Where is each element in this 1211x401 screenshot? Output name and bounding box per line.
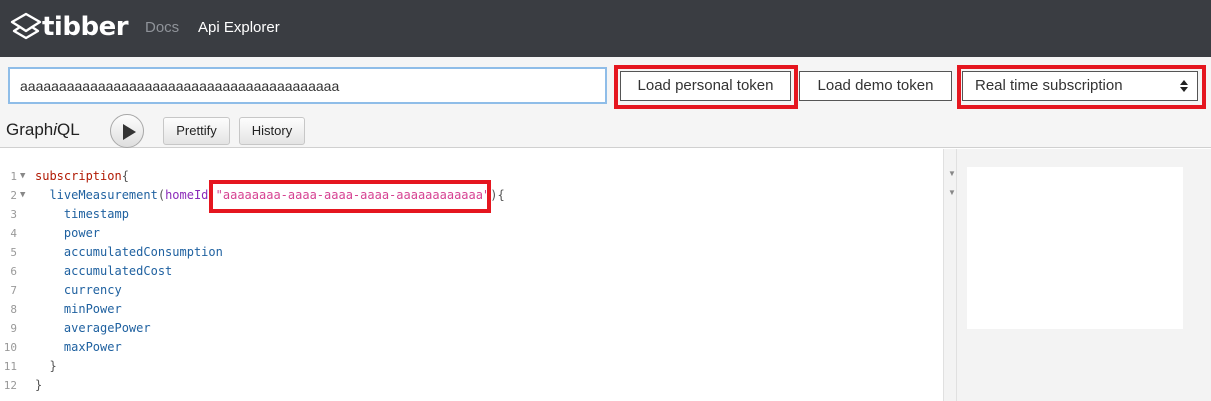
code-text: } bbox=[35, 357, 57, 376]
code-line[interactable]: 8 minPower bbox=[0, 300, 943, 319]
fold-arrow-icon[interactable]: ▼ bbox=[948, 169, 956, 178]
code-field: accumulatedCost bbox=[63, 264, 173, 278]
nav-link-api-explorer[interactable]: Api Explorer bbox=[198, 18, 280, 38]
line-number: 6 bbox=[10, 265, 17, 278]
code-text: minPower bbox=[35, 300, 122, 319]
fold-arrow-icon[interactable]: ▼ bbox=[20, 167, 25, 186]
access-token-input[interactable] bbox=[8, 67, 607, 104]
code-field: timestamp bbox=[63, 207, 129, 221]
code-text: averagePower bbox=[35, 319, 151, 338]
code-line[interactable]: 3 timestamp bbox=[0, 205, 943, 224]
code-field: averagePower bbox=[63, 321, 151, 335]
fold-arrow-icon[interactable]: ▼ bbox=[948, 188, 956, 197]
line-number: 5 bbox=[10, 246, 17, 259]
code-line[interactable]: 12} bbox=[0, 376, 943, 395]
code-line[interactable]: 9 averagePower bbox=[0, 319, 943, 338]
history-button[interactable]: History bbox=[239, 117, 305, 145]
code-line[interactable]: 6 accumulatedCost bbox=[0, 262, 943, 281]
code-text: liveMeasurement(homeId:"aaaaaaaa-aaaa-aa… bbox=[35, 186, 505, 205]
code-line[interactable]: 5 accumulatedConsumption bbox=[0, 243, 943, 262]
code-text: accumulatedConsumption bbox=[35, 243, 223, 262]
line-number: 1 bbox=[10, 170, 17, 183]
prettify-button[interactable]: Prettify bbox=[163, 117, 230, 145]
code-text: accumulatedCost bbox=[35, 262, 172, 281]
code-field: power bbox=[63, 226, 101, 240]
load-personal-token-button[interactable]: Load personal token bbox=[620, 71, 791, 101]
code-text: power bbox=[35, 224, 100, 243]
pane-divider[interactable]: ▼ ▼ bbox=[943, 149, 957, 401]
token-toolbar: Load personal token Load demo token Real… bbox=[0, 57, 1211, 113]
code-string: "aaaaaaaa-aaaa-aaaa-aaaa-aaaaaaaaaaaa" bbox=[215, 188, 491, 202]
tibber-logo-icon[interactable] bbox=[8, 10, 44, 46]
line-number: 3 bbox=[10, 208, 17, 221]
code-text: subscription{ bbox=[35, 167, 129, 186]
line-number: 11 bbox=[3, 360, 17, 373]
updown-arrows-icon bbox=[1180, 80, 1188, 92]
code-argument: homeId bbox=[165, 188, 209, 202]
code-field: currency bbox=[63, 283, 122, 297]
code-text: } bbox=[35, 376, 42, 395]
result-output bbox=[967, 167, 1183, 329]
code-line[interactable]: 2 ▼ liveMeasurement(homeId:"aaaaaaaa-aaaa… bbox=[0, 186, 943, 205]
graphiql-toolbar: GraphiQL Prettify History bbox=[0, 113, 1211, 148]
code-brace: { bbox=[497, 188, 505, 202]
line-number: 8 bbox=[10, 303, 17, 316]
line-number: 10 bbox=[3, 341, 17, 354]
execute-query-button[interactable] bbox=[110, 114, 144, 148]
code-field: maxPower bbox=[63, 340, 122, 354]
code-line[interactable]: 1 ▼ subscription{ bbox=[0, 167, 943, 186]
query-example-select[interactable]: Real time subscription bbox=[962, 71, 1198, 101]
code-line[interactable]: 10 maxPower bbox=[0, 338, 943, 357]
query-example-select-value: Real time subscription bbox=[975, 77, 1123, 94]
result-pane bbox=[957, 149, 1211, 401]
code-colon: : bbox=[208, 188, 216, 202]
line-number: 4 bbox=[10, 227, 17, 240]
line-number: 7 bbox=[10, 284, 17, 297]
code-line[interactable]: 4 power bbox=[0, 224, 943, 243]
code-line[interactable]: 11 } bbox=[0, 357, 943, 376]
code-field: accumulatedConsumption bbox=[63, 245, 223, 259]
line-number: 12 bbox=[3, 379, 17, 392]
code-line[interactable]: 7 currency bbox=[0, 281, 943, 300]
nav-link-docs[interactable]: Docs bbox=[145, 18, 179, 38]
line-number: 9 bbox=[10, 322, 17, 335]
code-brace: } bbox=[49, 359, 57, 373]
code-text: currency bbox=[35, 281, 122, 300]
code-text: maxPower bbox=[35, 338, 122, 357]
code-field: liveMeasurement bbox=[49, 188, 158, 202]
play-icon bbox=[123, 124, 136, 140]
code-brace: { bbox=[121, 169, 129, 183]
code-paren: ( bbox=[157, 188, 166, 202]
fold-arrow-icon[interactable]: ▼ bbox=[20, 186, 25, 205]
graphiql-title: GraphiQL bbox=[6, 120, 80, 139]
query-editor[interactable]: 1 ▼ subscription{2 ▼ liveMeasurement(homeId… bbox=[0, 149, 943, 401]
load-demo-token-button[interactable]: Load demo token bbox=[799, 71, 952, 101]
code-text: timestamp bbox=[35, 205, 129, 224]
code-brace: } bbox=[35, 378, 43, 392]
brand-name[interactable]: tibber bbox=[42, 11, 129, 43]
line-number: 2 bbox=[10, 189, 17, 202]
code-field: minPower bbox=[63, 302, 122, 316]
code-keyword: subscription bbox=[35, 169, 122, 183]
top-navigation-bar: tibber Docs Api Explorer bbox=[0, 0, 1211, 57]
